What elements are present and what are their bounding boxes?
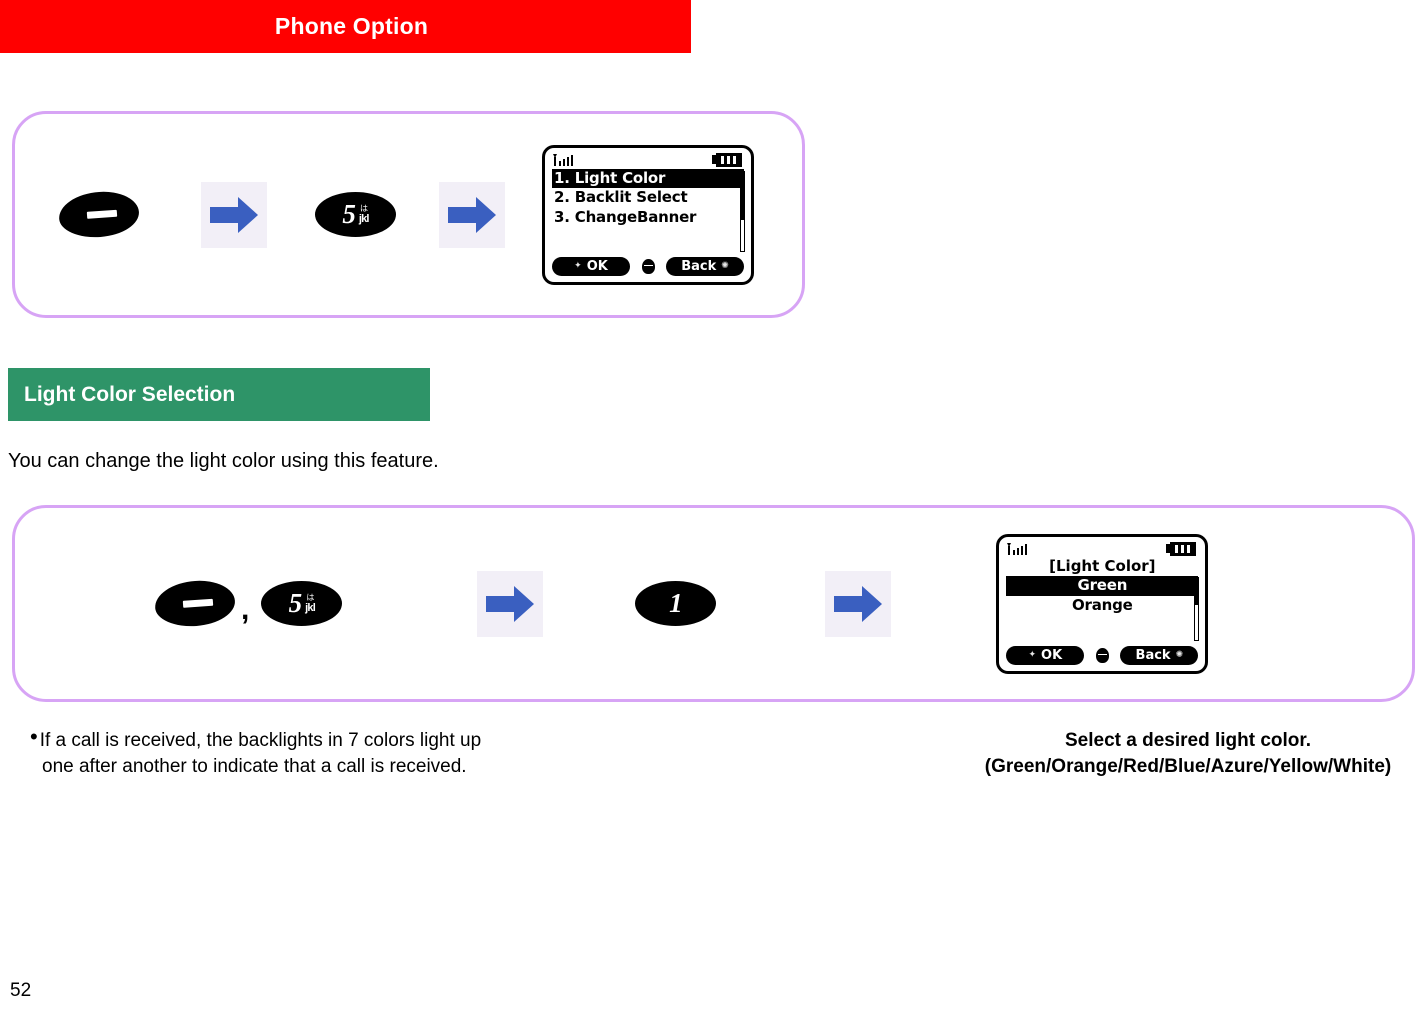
keypad-5-icon: 5 は jkl [315,192,396,237]
right-arrow-icon-1 [201,181,267,248]
menu-key-dash [86,209,118,219]
signal-bars-icon-2 [1007,542,1028,555]
phone-status-bar-1 [552,152,744,169]
menu-item-light-color[interactable]: 1. Light Color [552,168,744,189]
phone-status-bar-2 [1006,541,1198,558]
phone-screen-menu: 1. Light Color 2. Backlit Select 3. Chan… [542,144,754,285]
note-bullet-block: • If a call is received, the backlights i… [30,726,590,779]
key-digit: 5 [342,199,356,229]
menu-key-icon-2 [153,578,237,629]
softkey-right-glyph-icon-2: ✺ [1175,650,1184,660]
flow-diagram-box-2: , 5 は jkl 1 [Light Color] Green Orange ✦… [12,505,1415,702]
battery-icon [712,153,742,167]
key-digit-3: 1 [669,588,683,618]
key-sub-alpha: jkl [358,212,370,225]
softkey-ok-label: OK [586,258,608,274]
menu-item-backlit-select[interactable]: 2. Backlit Select [552,188,744,208]
phone-menu-list-2: [Light Color] Green Orange [1006,556,1200,643]
softkey-back-label-2: Back [1135,647,1171,663]
scrollbar-thumb-2[interactable] [1195,577,1199,606]
phone-menu-list-1: 1. Light Color 2. Backlit Select 3. Chan… [552,168,745,254]
softkey-back-2[interactable]: Back ✺ [1120,645,1199,665]
section-title: Light Color Selection [24,382,236,406]
signal-bars-icon [553,153,573,166]
step-number-key-5-1[interactable]: 5 は jkl [315,192,396,237]
key-sub-jp: は [360,203,368,213]
softkey-back-1[interactable]: Back ✺ [666,256,744,276]
flow-diagram-box-1: 5 は jkl 1. Light Color 2. Backlit Select… [12,111,805,318]
page-number: 52 [10,980,32,1001]
page-header-bar: Phone Option [0,0,691,53]
navigation-key-icon-2[interactable] [1095,647,1109,663]
key-sub-jp-2: は [306,592,314,602]
key-sublabels-2: は jkl [305,592,316,614]
caption-block: Select a desired light color. (Green/Ora… [955,728,1421,779]
navigation-key-icon-1[interactable] [641,258,655,274]
step-separator-comma: , [241,592,250,626]
right-arrow-icon-3 [477,570,544,637]
menu-item-green[interactable]: Green [1006,575,1199,596]
softkey-left-glyph-icon: ✦ [574,261,582,271]
caption-line-1: Select a desired light color. [1064,730,1312,751]
page-title: Phone Option [274,13,429,39]
menu-key-dash-2 [182,598,214,608]
key-sub-alpha-2: jkl [305,601,316,614]
keypad-1-icon: 1 [635,581,717,626]
section-header-bar: Light Color Selection [8,368,430,421]
scrollbar-thumb-1[interactable] [741,171,744,221]
flow-row-1: 5 は jkl 1. Light Color 2. Backlit Select… [15,114,802,315]
menu-item-change-banner[interactable]: 3. ChangeBanner [552,208,744,228]
softkey-back-label: Back [681,258,717,274]
right-arrow-icon-4 [825,570,892,637]
step-menu-key-1[interactable] [57,189,141,240]
softkey-left-glyph-icon-2: ✦ [1028,650,1037,660]
key-sublabels: は jkl [358,203,370,225]
keypad-5-icon-2: 5 は jkl [261,581,343,626]
phone-screen-light-color: [Light Color] Green Orange ✦ OK Back ✺ [996,533,1209,674]
menu-key-icon [57,189,141,240]
softkey-right-glyph-icon: ✺ [721,261,729,271]
light-color-screen-title: [Light Color] [1049,556,1156,575]
bullet-icon: • [30,724,38,749]
note-text-1: If a call is received, the backlights in… [39,730,482,751]
flow-row-2: , 5 は jkl 1 [Light Color] Green Orange ✦… [15,508,1412,699]
softkey-ok-1[interactable]: ✦ OK [552,256,630,276]
phone-softkey-row-1: ✦ OK Back ✺ [552,256,744,277]
phone-softkey-row-2: ✦ OK Back ✺ [1006,645,1199,666]
softkey-ok-label-2: OK [1041,647,1063,663]
step-number-key-5-2[interactable]: 5 は jkl [261,581,343,626]
note-text-2: one after another to indicate that a cal… [42,755,467,777]
menu-item-orange[interactable]: Orange [1006,596,1198,616]
right-arrow-icon-2 [439,181,505,248]
key-digit-2: 5 [288,588,303,618]
caption-line-2: (Green/Orange/Red/Blue/Azure/Yellow/Whit… [984,755,1392,777]
step-number-key-1[interactable]: 1 [635,581,717,626]
softkey-ok-2[interactable]: ✦ OK [1006,645,1085,665]
scrollbar-track-2[interactable] [1194,576,1200,641]
scrollbar-track-1[interactable] [740,170,745,252]
battery-icon-2 [1166,542,1197,556]
note-line-1: • If a call is received, the backlights i… [30,726,590,754]
intro-paragraph: You can change the light color using thi… [8,450,439,472]
step-menu-key-2[interactable] [153,578,237,629]
